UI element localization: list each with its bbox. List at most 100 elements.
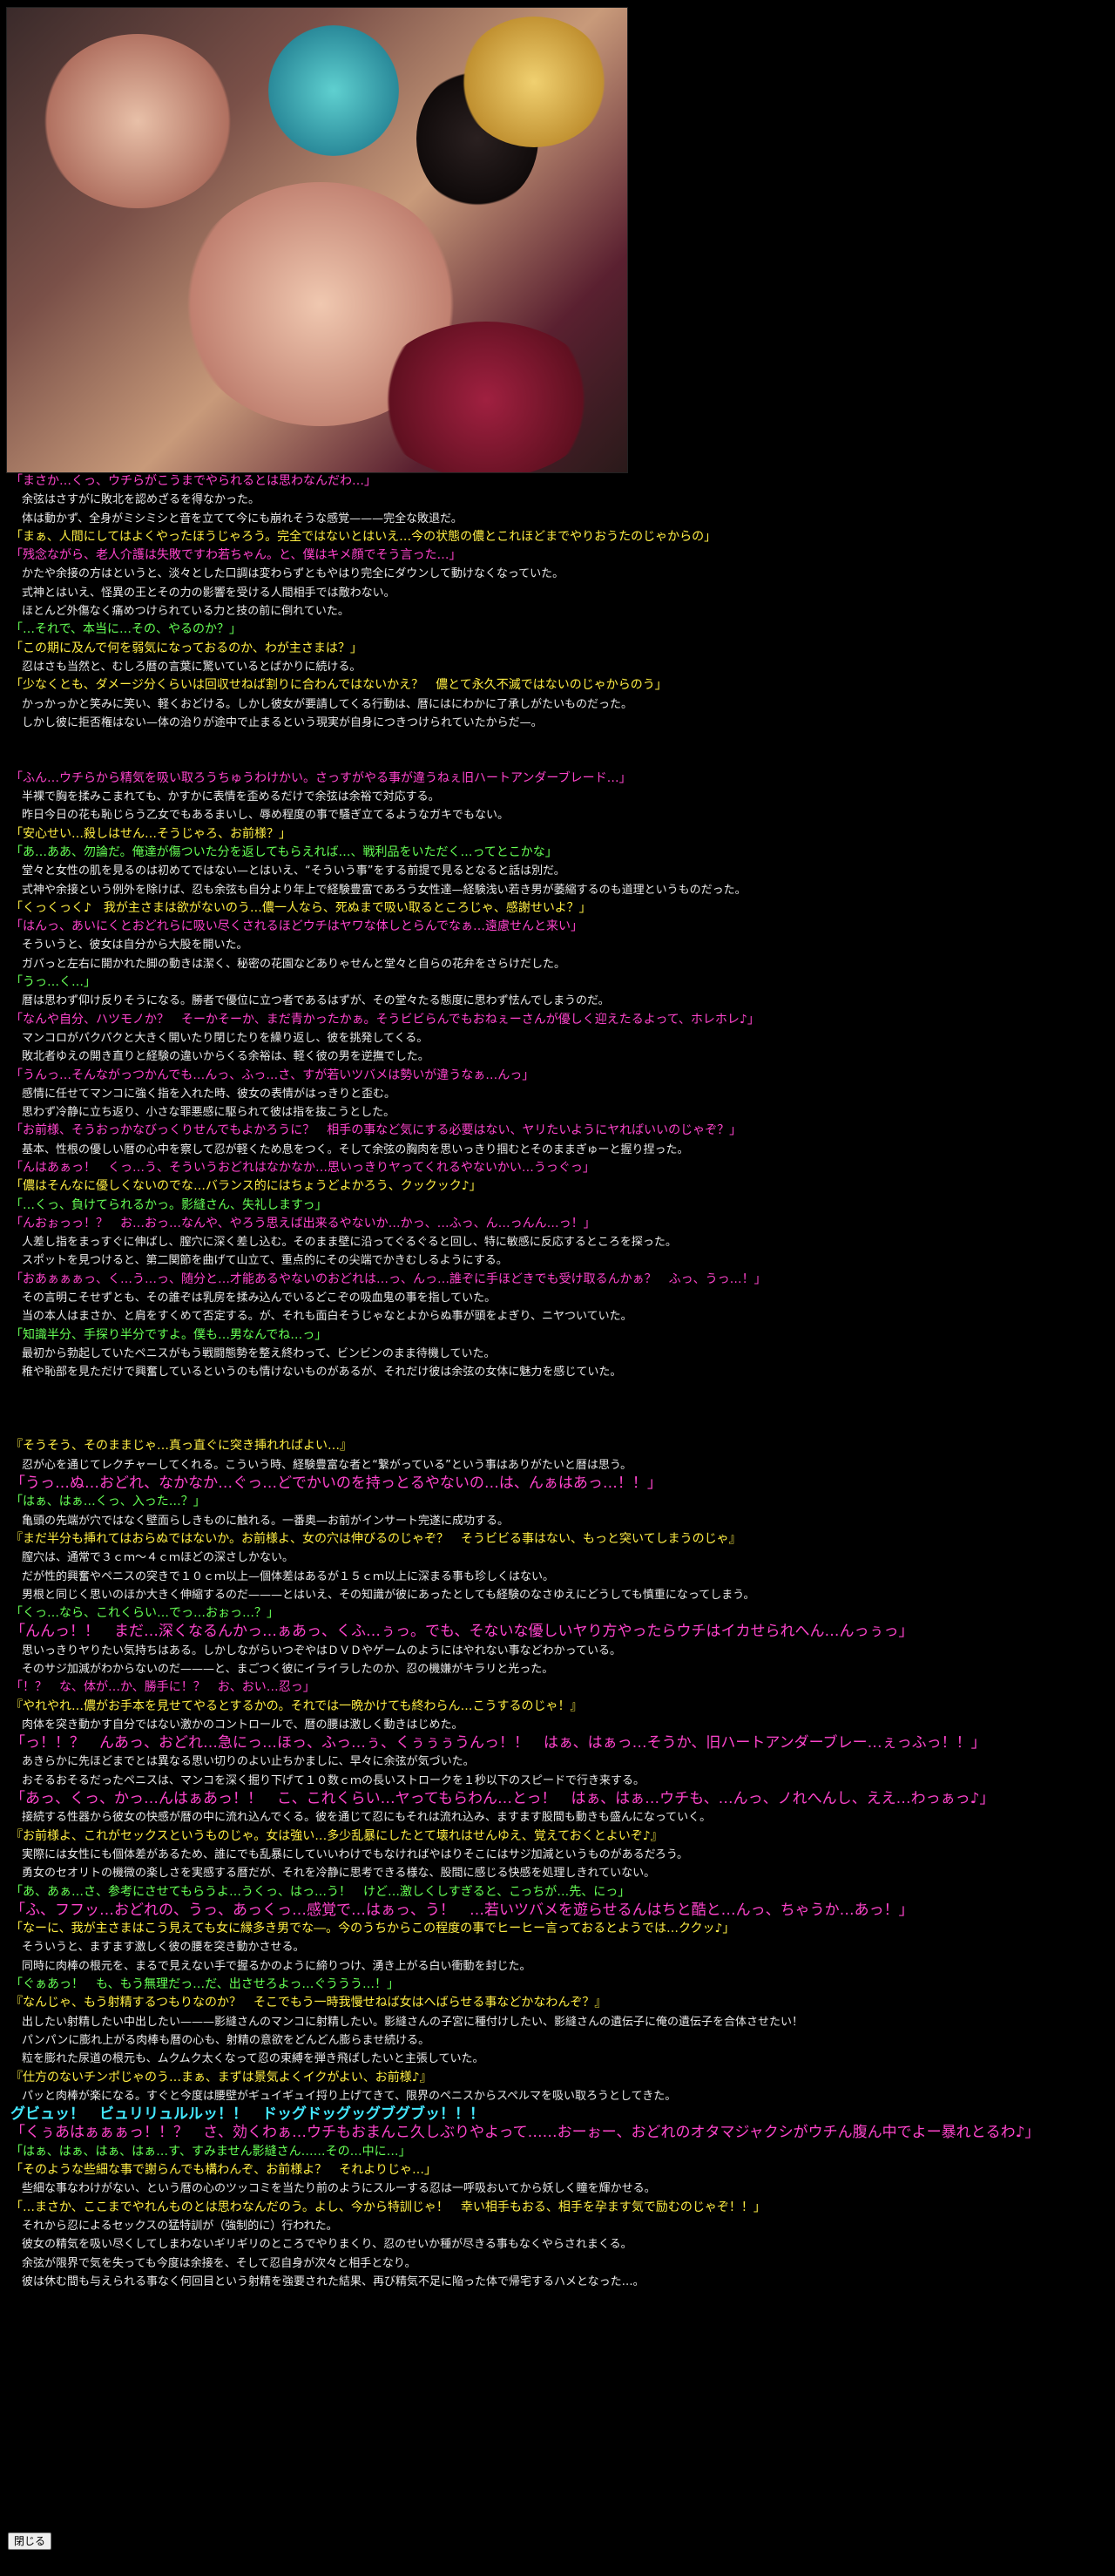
dialogue-line: 「あ…ああ、勿論だ。俺達が傷ついた分を返してもらえれば…、戦利品をいただく…って… <box>10 844 558 859</box>
narration-line: 稚や恥部を見ただけで興奮しているというのも情けないものがあるが、それだけ彼は余弦… <box>10 1366 622 1380</box>
narration-line: かっかっかと笑みに笑い、軽くおどける。しかし彼女が要請してくる行動は、暦にはにわ… <box>10 697 632 711</box>
dialogue-line: 「…まさか、ここまでやれんものとは思わなんだのう。よし、今から特訓じゃ！ 幸い相… <box>10 2200 766 2214</box>
dialogue-line: 「少なくとも、ダメージ分くらいは回収せねば割りに合わんではないかえ？ 儂とて永久… <box>10 678 667 693</box>
narration-line: 余弦が限界で気を失っても今度は余接を、そして忍自身が次々と相手となり。 <box>10 2256 416 2270</box>
narration-line: 当の本人はまさか、と肩をすくめて否定する。が、それも面白そうじゃなとよからぬ事が… <box>10 1310 632 1324</box>
narration-line: その言明こそせずとも、その誰ぞは乳房を揉み込んでいるどこぞの吸血鬼の事を指してい… <box>10 1291 497 1305</box>
dialogue-line: 『なんじゃ、もう射精するつもりなのか？ そこでもう一時我慢せねば女はへばらせる事… <box>10 1996 607 2010</box>
narration-line: 感情に任せてマンコに強く指を入れた時、彼女の表情がはっきりと歪む。 <box>10 1087 396 1101</box>
narration-line: 肉体を突き動かす自分ではない激かのコントロールで、暦の腰は激しく動きはじめた。 <box>10 1718 463 1732</box>
narration-line: パッと肉棒が楽になる。すぐと今度は腰壁がギュイギュイ捋り上げてきて、限界のペニス… <box>10 2089 677 2103</box>
narration-line: 忍はさも当然と、むしろ暦の言葉に驚いているとばかりに続ける。 <box>10 660 362 674</box>
narration-line: 亀頭の先端が穴ではなく壁面らしきものに触れる。一番奥—お前がインサート完遂に成功… <box>10 1514 510 1528</box>
narration-line: マンコロがパクパクと大きく開いたり閉じたりを繰り返し、彼を挑発してくる。 <box>10 1031 429 1045</box>
narration-line: それから忍によるセックスの猛特訓が（強制的に）行われた。 <box>10 2219 338 2233</box>
dialogue-line: 「残念ながら、老人介護は失敗ですわ若ちゃん。と、僕はキメ顔でそう言った…」 <box>10 548 462 563</box>
dialogue-line: 「安心せい…殺しはせん…そうじゃろ、お前様？」 <box>10 826 291 841</box>
dialogue-line: 『そうそう、そのままじゃ…真っ直ぐに突き挿れればよい…』 <box>10 1439 352 1454</box>
dialogue-line: 「あ、あぁ…さ、参考にさせてもらうよ…うくっ、はっ…う！ けど…激しくしすぎると… <box>10 1884 631 1899</box>
dialogue-line: 「はぁ、はぁ…くっ、入った…？」 <box>10 1495 206 1509</box>
narration-line: かたや余接の方はというと、淡々とした口調は変わらずともやはり完全にダウンして動け… <box>10 567 564 581</box>
dialogue-line: 「…くっ、負けてられるかっ。影縫さん、失礼しますっ」 <box>10 1197 328 1212</box>
dialogue-line: 「ふ、フフッ…おどれの、うっ、あっくっ…感覚で…はぁっ、う！ …若いツバメを遊ら… <box>10 1901 914 1919</box>
narration-line: 勇女のセオリトの機微の楽しさを実感する暦だが、それを冷静に思考できる様な、股間に… <box>10 1867 656 1881</box>
narration-line: 彼は休む間も与えられる事なく何回目という射精を強要された結果、再び精気不足に陥っ… <box>10 2274 645 2288</box>
narration-line: 彼女の精気を吸い尽くしてしまわないギリギリのところでやりまくり、忍のせいか種が尽… <box>10 2238 632 2252</box>
narration-line: 基本、性根の優しい暦の心中を察して忍が軽くため息をつく。そして余弦の胸肉を思いっ… <box>10 1142 689 1156</box>
dialogue-line: 「んおぉっっ！？ お…おっ…なんや、やろう思えば出来るやないか…かっ、…ふっ、ん… <box>10 1216 596 1230</box>
dialogue-line: 「知識半分、手探り半分ですよ。僕も…男なんでね…っ」 <box>10 1327 328 1342</box>
dialogue-line: 「ふん…ウチらから精気を吸い取ろうちゅうわけかい。さっすがやる事が違うねぇ旧ハー… <box>10 770 632 785</box>
dialogue-line: 『仕方のないチンポじゃのう…まぁ、まずは景気よくイクがよい、お前様♪』 <box>10 2070 432 2085</box>
dialogue-line: 「！？ な、体が…か、勝手に！？ お、おい…忍っ」 <box>10 1680 315 1695</box>
dialogue-line: グビュッ！ ビュリリュルルッ！！ ドッグドッグッグブグブッ！！！ <box>10 2105 484 2124</box>
dialogue-line: 「ぐぁあっ！ も、もう無理だっ…だ、出させろよっ…ぐううう…！」 <box>10 1977 400 1992</box>
narration-line: 粒を膨れた尿道の根元も、ムクムク太くなって忍の束縛を弾き飛ばしたいと主張していた… <box>10 2052 484 2066</box>
dialogue-line: 「はんっ、あいにくとおどれらに吸い尽くされるほどウチはヤワな体しとらんでなぁ…遠… <box>10 919 584 934</box>
narration-line: しかし彼に拒否権はない—体の治りが途中で止まるという現実が自身につきつけられてい… <box>10 715 543 729</box>
narration-line: そういうと、ますます激しく彼の腰を突き動かさせる。 <box>10 1941 305 1955</box>
narration-line: 些細な事なわけがない、という暦の心のツッコミを当たり前のようにスルーする忍は一呼… <box>10 2182 656 2196</box>
narration-line: パンパンに膨れ上がる肉棒も暦の心も、射精の意欲をどんどん膨らませ続ける。 <box>10 2033 430 2047</box>
narration-line <box>10 1419 1108 1437</box>
narration-line <box>10 1382 1108 1400</box>
narration-line: だが性的興奮やペニスの突きで１０ｃｍ以上—個体差はあるが１５ｃｍ以上に深まる事も… <box>10 1569 555 1583</box>
dialogue-line: 『お前様よ、これがセックスというものじゃ。女は強い…多少乱暴にしたとて壊れはせん… <box>10 1828 663 1843</box>
dialogue-line: 「儂はそんなに優しくないのでな…バランス的にはちょうどよかろう、クックック♪」 <box>10 1179 482 1194</box>
narration-line: 体は動かず、全身がミシミシと音を立てて今にも崩れそうな感覚———完全な敗退だ。 <box>10 512 463 525</box>
dialogue-line: 「うっ…ぬ…おどれ、なかなか…ぐっ…どでかいのを持っとるやないの…は、んぁはあっ… <box>10 1474 662 1493</box>
narration-line: 同時に肉棒の根元を、まるで見えない手で握るかのように締りつけ、湧き上がる白い衝動… <box>10 1959 531 1973</box>
narration-line: 男根と同じく思いのほか大きく伸縮するのだ———とはいえ、その知識が彼にあったとし… <box>10 1588 755 1602</box>
narration-line: 思わず冷静に立ち返り、小さな罪悪感に駆られて彼は指を抜こうとした。 <box>10 1106 395 1120</box>
narration-line: そのサジ加減がわからないのだ———と、まごつく彼にイライラしたのか、忍の機嫌がキ… <box>10 1663 554 1676</box>
narration-line <box>10 1400 1108 1419</box>
narration-line: 堂々と女性の肌を見るのは初めてではない—とはいえ、“そういう事”をする前提で見る… <box>10 864 565 878</box>
close-button[interactable]: 閉じる <box>8 2532 52 2550</box>
narration-line: ほとんど外傷なく痛めつけられている力と技の前に倒れていた。 <box>10 605 349 619</box>
narration-line: 昨日今日の花も恥じらう乙女でもあるまいし、辱め程度の事で騒ぎ立てるようなガキでも… <box>10 809 510 823</box>
narration-line: 膣穴は、通常で３ｃｍ～４ｃｍほどの深さしかない。 <box>10 1551 294 1565</box>
narration-line <box>10 750 1108 769</box>
narration-line: 式神とはいえ、怪異の王とその力の影響を受ける人間相手では敵わない。 <box>10 586 395 600</box>
narration-line: 実際には女性にも個体差があるため、誰にでも乱暴にしていいわけでもなければやはりそ… <box>10 1847 689 1861</box>
dialogue-line: 「…それで、本当に…その、やるのか？」 <box>10 622 242 637</box>
dialogue-line: 「んはあぁっ！ くっ…う、そういうおどれはなかなか…思いっきりヤってくれるやない… <box>10 1160 595 1175</box>
dialogue-line: 「お前様、そうおっかなびっくりせんでもよかろうに？ 相手の事など気にする必要はな… <box>10 1123 742 1138</box>
narration-line: 敗北者ゆえの開き直りと経験の違いからくる余裕は、軽く彼の男を逆撫でした。 <box>10 1050 429 1064</box>
narration-line: ガバっと左右に開かれた脚の動きは潔く、秘密の花園などありゃせんと堂々と自らの花弁… <box>10 957 566 971</box>
dialogue-line: 「くっくっく♪ 我が主さまは欲がないのう…儂一人なら、死ぬまで吸い取るところじゃ… <box>10 900 591 915</box>
story-illustration <box>6 7 628 473</box>
dialogue-line: 「んんっ！！ まだ…深くなるんかっ…ぁあっ、くふ…ぅっ。でも、そないな優しいヤり… <box>10 1623 914 1641</box>
dialogue-line: 「はぁ、はぁ、はぁ、はぁ…す、すみません影縫さん……その…中に…」 <box>10 2144 411 2159</box>
narration-line <box>10 732 1108 750</box>
narration-line: 出したい射精したい中出したい———影縫さんのマンコに射精したい。影縫さんの子宮に… <box>10 2015 804 2029</box>
narration-line: 式神や余接という例外を除けば、忍も余弦も自分より年上で経験豊富であろう女性達—経… <box>10 883 747 897</box>
dialogue-line: 「くっ…なら、これくらい…でっ…おぉっ…？」 <box>10 1606 279 1621</box>
story-text: 「まさか…くっ、ウチらがこうまでやられるとは思わなんだわ…」 余弦はさすがに敗北… <box>10 472 1108 2291</box>
dialogue-line: 「この期に及んで何を弱気になっておるのか、わが主さまは？」 <box>10 641 362 655</box>
dialogue-line: 「くぅあはぁぁぁっ！！？ さ、効くわぁ…ウチもおまんこ久しぶりやよって……おーぉ… <box>10 2124 1040 2142</box>
narration-line: あきらかに先ほどまでとは異なる思い切りのよい止ちかましに、早々に余弦が気づいた。 <box>10 1755 475 1769</box>
narration-line: そういうと、彼女は自分から大股を開いた。 <box>10 939 248 952</box>
narration-line: 思いっきりヤりたい気持ちはある。しかしながらいつぞやはＤＶＤやゲームのようにはや… <box>10 1644 621 1657</box>
narration-line: スポットを見つけると、第二関節を曲げて山立て、重点的にその尖端でかきむしるように… <box>10 1254 508 1268</box>
narration-line: 忍が心を通じてレクチャーしてくれる。こういう時、経験豊富な者と“繋がっている”と… <box>10 1458 632 1472</box>
narration-line: 暦は思わず仰け反りそうになる。勝者で優位に立つ者であるはずが、その堂々たる態度に… <box>10 994 610 1008</box>
dialogue-line: 「なーに、我が主さまはこう見えても女に縁多き男でな―。今のうちからこの程度の事で… <box>10 1922 735 1936</box>
dialogue-line: 「おあぁぁぁっ、く…う…っ、随分と…才能あるやないのおどれは…っ、んっ…誰ぞに手… <box>10 1271 767 1286</box>
dialogue-line: 「まさか…くっ、ウチらがこうまでやられるとは思わなんだわ…」 <box>10 474 376 488</box>
narration-line: 半裸で胸を揉みこまれても、かすかに表情を歪めるだけで余弦は余裕で対応する。 <box>10 790 440 804</box>
narration-line: 余弦はさすがに敗北を認めざるを得なかった。 <box>10 493 260 507</box>
narration-line: 人差し指をまっすぐに伸ばし、膣穴に深く差し込む。そのまま壁に沿ってぐるぐると回し… <box>10 1236 677 1250</box>
dialogue-line: 「うんっ…そんながっつかんでも…んっ、ふっ…さ、すが若いツバメは勢いが違うなぁ…… <box>10 1068 535 1082</box>
dialogue-line: 『まだ半分も挿れてはおらぬではないか。お前様よ、女の穴は伸びるのじゃぞ？ そうビ… <box>10 1531 741 1546</box>
narration-line: 接続する性器から彼女の快感が暦の中に流れ込んでくる。彼を通じて忍にもそれは流れ込… <box>10 1811 712 1825</box>
dialogue-line: 「そのような些細な事で謝らんでも構わんぞ、お前様よ？ それよりじゃ…」 <box>10 2163 437 2178</box>
dialogue-line: 「うっ…く…」 <box>10 975 96 990</box>
dialogue-line: 「あっ、くっ、かっ…んはぁあっ！！ こ、これくらい…ヤってもらわん…とっ！ はぁ… <box>10 1790 995 1808</box>
narration-line: 最初から勃起していたペニスがもう戦闘態勢を整え終わって、ビンビンのまま待機してい… <box>10 1346 496 1360</box>
dialogue-line: 「なんや自分、ハツモノか？ そーかそーか、まだ青かったかぁ。そうビビらんでもおね… <box>10 1012 760 1027</box>
dialogue-line: 『やれやれ…儂がお手本を見せてやるとするかの。それでは一晩かけても終わらん…こう… <box>10 1698 583 1713</box>
narration-line: おそるおそるだったペニスは、マンコを深く掘り下げて１０数ｃｍの長いストロークを１… <box>10 1773 645 1787</box>
dialogue-line: 「っ！！？ んあっ、おどれ…急にっ…ほっ、ふっ…ぅ、くぅぅぅうんっ！！ はぁ、は… <box>10 1734 986 1752</box>
